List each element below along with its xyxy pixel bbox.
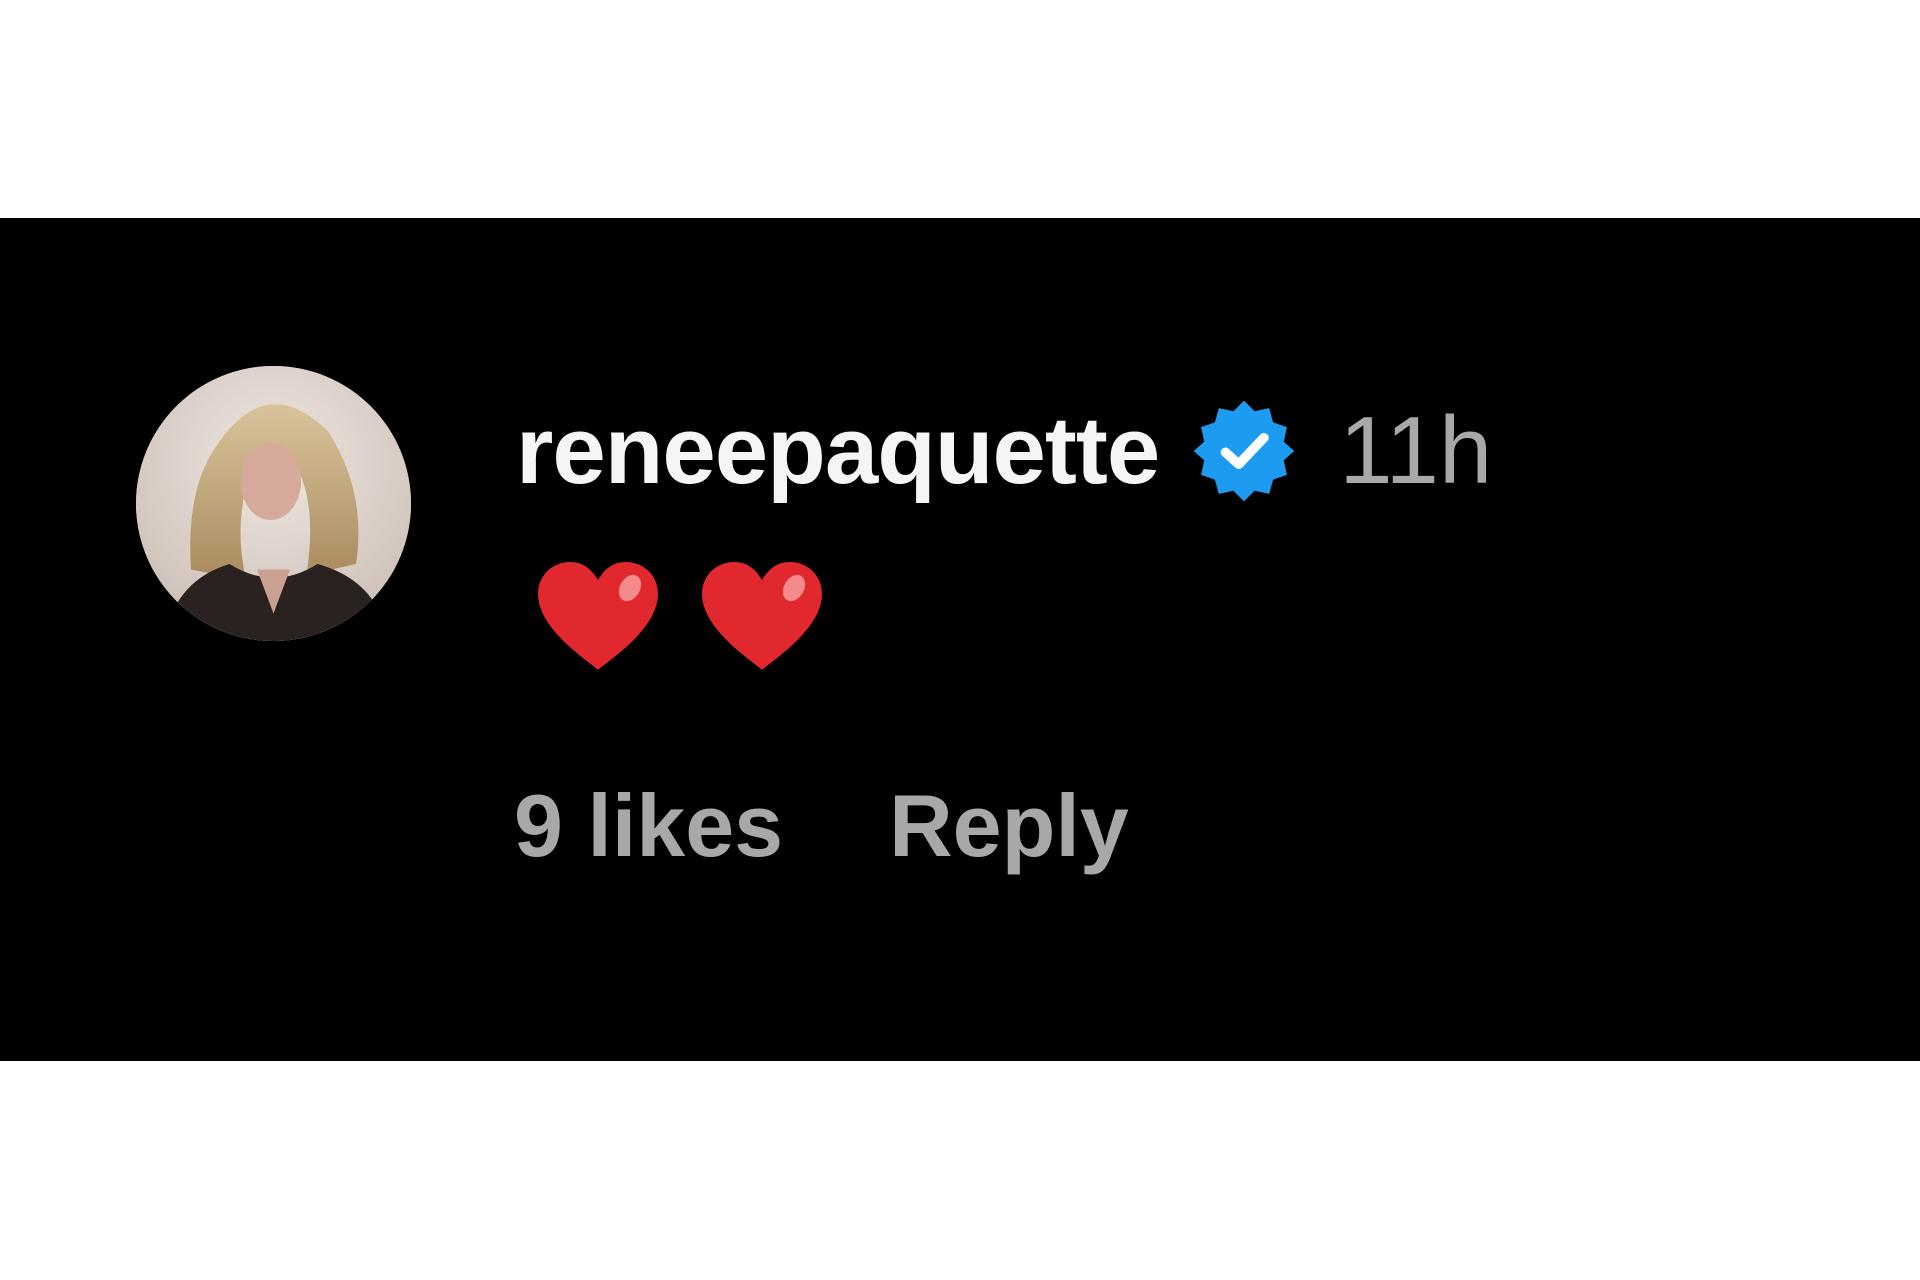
likes-count[interactable]: 9 likes xyxy=(514,782,783,870)
comment: reneepaquette 11h 9 likes Reply xyxy=(0,218,1920,1061)
verified-badge-icon xyxy=(1191,398,1297,504)
timestamp: 11h xyxy=(1339,397,1493,504)
comment-text xyxy=(534,556,862,676)
reply-button[interactable]: Reply xyxy=(889,782,1129,870)
heart-icon xyxy=(534,558,662,674)
avatar-photo xyxy=(136,366,411,641)
page: reneepaquette 11h 9 likes Reply xyxy=(0,0,1920,1280)
heart-icon xyxy=(698,558,826,674)
comment-actions: 9 likes Reply xyxy=(514,771,1129,881)
username[interactable]: reneepaquette xyxy=(516,403,1160,499)
avatar[interactable] xyxy=(136,366,411,641)
comment-header: reneepaquette 11h xyxy=(516,396,1492,506)
